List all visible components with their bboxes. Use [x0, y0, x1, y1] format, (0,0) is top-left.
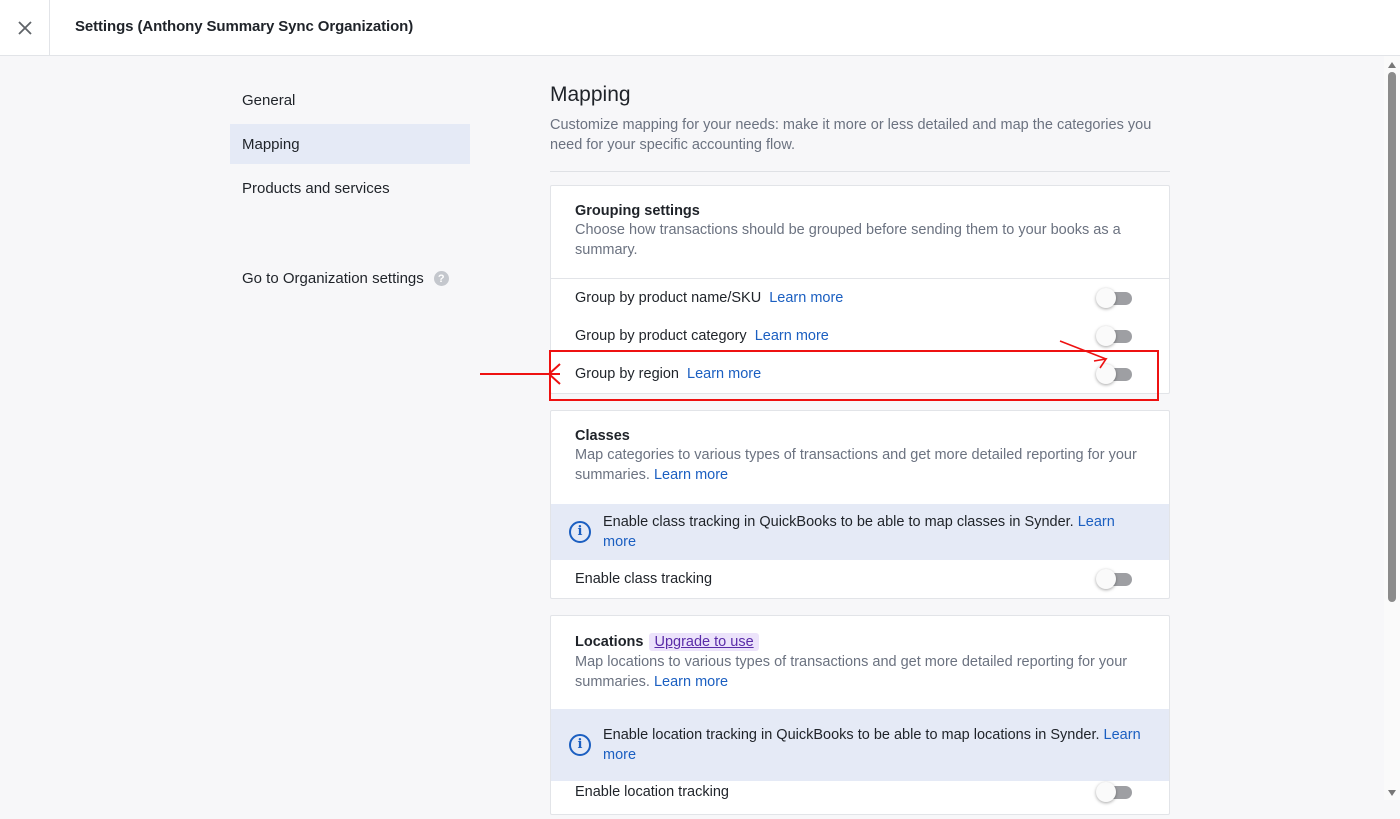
close-button[interactable] — [0, 0, 50, 56]
scroll-down-icon[interactable] — [1388, 790, 1396, 796]
group-by-category-label: Group by product category — [575, 328, 747, 344]
scroll-up-icon[interactable] — [1388, 62, 1396, 68]
group-by-region-label: Group by region — [575, 366, 679, 382]
enable-location-tracking-row: Enable location tracking — [551, 781, 1169, 819]
group-by-sku-row: Group by product name/SKU Learn more — [551, 279, 1169, 317]
locations-title-row: Locations Upgrade to use — [575, 633, 1145, 651]
classes-description-block: Map categories to various types of trans… — [575, 445, 1145, 485]
location-tracking-info-banner: i Enable location tracking in QuickBooks… — [551, 709, 1169, 781]
classes-card: Classes Map categories to various types … — [550, 410, 1170, 599]
locations-title: Locations — [575, 634, 644, 650]
enable-class-tracking-label: Enable class tracking — [575, 571, 713, 587]
classes-title: Classes — [575, 428, 630, 444]
locations-description-block: Map locations to various types of transa… — [575, 652, 1145, 692]
group-by-sku-label: Group by product name/SKU — [575, 290, 762, 306]
location-tracking-info-text: Enable location tracking in QuickBooks t… — [603, 727, 1100, 743]
settings-nav: General Mapping Products and services — [230, 80, 470, 212]
info-icon: i — [569, 521, 591, 543]
nav-item-general[interactable]: General — [230, 80, 470, 120]
locations-card: Locations Upgrade to use Map locations to… — [550, 615, 1170, 815]
divider — [550, 171, 1170, 172]
page-header-title: Settings (Anthony Summary Sync Organizat… — [75, 18, 414, 35]
help-icon[interactable]: ? — [433, 271, 449, 286]
organization-settings-label: Go to Organization settings — [242, 270, 424, 287]
organization-settings-link[interactable]: Go to Organization settings ? — [242, 270, 449, 287]
class-tracking-info-banner: i Enable class tracking in QuickBooks to… — [551, 504, 1169, 560]
enable-location-tracking-label: Enable location tracking — [575, 784, 729, 800]
classes-learn-more-link[interactable]: Learn more — [654, 467, 728, 483]
group-by-sku-learn-more-link[interactable]: Learn more — [769, 290, 843, 306]
grouping-settings-title: Grouping settings — [575, 203, 700, 219]
group-by-region-toggle[interactable] — [1096, 364, 1134, 384]
group-by-sku-toggle[interactable] — [1096, 288, 1134, 308]
nav-item-products-and-services[interactable]: Products and services — [230, 168, 470, 208]
group-by-region-learn-more-link[interactable]: Learn more — [687, 366, 761, 382]
grouping-settings-description: Choose how transactions should be groupe… — [575, 222, 1121, 258]
enable-class-tracking-row: Enable class tracking — [551, 560, 1169, 598]
group-by-category-toggle[interactable] — [1096, 326, 1134, 346]
page-title: Mapping — [550, 83, 631, 106]
class-tracking-info-text: Enable class tracking in QuickBooks to b… — [603, 514, 1074, 530]
enable-class-tracking-toggle[interactable] — [1096, 569, 1134, 589]
nav-item-mapping[interactable]: Mapping — [230, 124, 470, 164]
group-by-region-row: Group by region Learn more — [551, 355, 1169, 393]
group-by-category-learn-more-link[interactable]: Learn more — [755, 328, 829, 344]
scroll-thumb[interactable] — [1388, 72, 1396, 602]
locations-learn-more-link[interactable]: Learn more — [654, 674, 728, 690]
annotation-left-arrow-icon — [480, 363, 561, 385]
close-icon — [17, 21, 32, 35]
enable-location-tracking-toggle[interactable] — [1096, 782, 1134, 802]
group-by-category-row: Group by product category Learn more — [551, 317, 1169, 355]
grouping-settings-card: Grouping settings Choose how transaction… — [550, 185, 1170, 394]
info-icon: i — [569, 734, 591, 756]
mapping-section-header: Mapping Customize mapping for your needs… — [550, 80, 1170, 172]
page-description: Customize mapping for your needs: make i… — [550, 117, 1152, 153]
upgrade-to-use-badge[interactable]: Upgrade to use — [649, 633, 759, 651]
page-scrollbar[interactable] — [1384, 56, 1400, 800]
top-bar: Settings (Anthony Summary Sync Organizat… — [0, 0, 1400, 56]
